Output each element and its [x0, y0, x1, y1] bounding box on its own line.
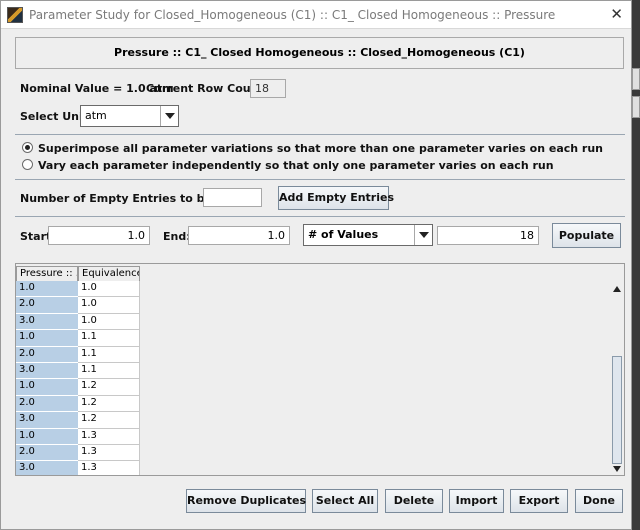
scroll-down-icon[interactable] — [613, 466, 621, 472]
table-row[interactable]: 1.0 1.0 — [16, 281, 140, 298]
equivalence-cell[interactable]: 1.1 — [78, 330, 140, 347]
import-button[interactable]: Import — [449, 489, 504, 513]
pressure-cell[interactable]: 2.0 — [16, 444, 78, 462]
table-row[interactable]: 3.0 1.1 — [16, 362, 140, 380]
end-label: End: — [163, 230, 191, 243]
scrollbar-thumb[interactable] — [612, 356, 622, 464]
table-row[interactable]: 2.0 1.2 — [16, 395, 140, 413]
pressure-cell[interactable]: 1.0 — [16, 379, 78, 396]
table-header: Pressure :: ... Equivalence ... — [16, 266, 140, 282]
range-mode-select[interactable]: # of Values — [303, 224, 433, 246]
equivalence-cell[interactable]: 1.0 — [78, 281, 140, 298]
table-row[interactable]: 3.0 1.2 — [16, 412, 140, 429]
pressure-cell[interactable]: 3.0 — [16, 313, 78, 331]
pressure-cell[interactable]: 3.0 — [16, 461, 78, 475]
equivalence-cell[interactable]: 1.3 — [78, 428, 140, 445]
equivalence-cell[interactable]: 1.0 — [78, 297, 140, 314]
select-all-button[interactable]: Select All — [312, 489, 378, 513]
unit-select[interactable]: atm — [80, 105, 179, 127]
chevron-down-icon[interactable] — [160, 106, 178, 126]
empty-entries-input[interactable] — [203, 188, 262, 207]
unit-select-value: atm — [85, 109, 107, 122]
equivalence-cell[interactable]: 1.2 — [78, 395, 140, 413]
divider — [15, 179, 625, 180]
table-row[interactable]: 1.0 1.1 — [16, 330, 140, 347]
page-title: Pressure :: C1_ Closed Homogeneous :: Cl… — [15, 37, 624, 69]
superimpose-radio[interactable] — [22, 142, 33, 153]
pressure-cell[interactable]: 3.0 — [16, 362, 78, 380]
export-button[interactable]: Export — [510, 489, 568, 513]
table-row[interactable]: 1.0 1.3 — [16, 428, 140, 445]
table-scrollbar[interactable] — [610, 282, 624, 475]
equivalence-cell[interactable]: 1.3 — [78, 444, 140, 462]
pressure-cell[interactable]: 2.0 — [16, 297, 78, 314]
equivalence-cell[interactable]: 1.1 — [78, 362, 140, 380]
populate-button[interactable]: Populate — [552, 223, 621, 248]
row-count-field: 18 — [250, 79, 286, 98]
table-row[interactable]: 1.0 1.2 — [16, 379, 140, 396]
pressure-cell[interactable]: 2.0 — [16, 395, 78, 413]
equivalence-cell[interactable]: 1.1 — [78, 346, 140, 363]
pressure-cell[interactable]: 2.0 — [16, 346, 78, 363]
vary-independently-radio[interactable] — [22, 159, 33, 170]
value-count-input[interactable]: 18 — [437, 226, 539, 245]
table-row[interactable]: 2.0 1.1 — [16, 346, 140, 363]
equivalence-cell[interactable]: 1.2 — [78, 412, 140, 429]
add-empty-entries-button[interactable]: Add Empty Entries — [278, 186, 394, 210]
delete-button[interactable]: Delete — [385, 489, 443, 513]
equivalence-cell[interactable]: 1.2 — [78, 379, 140, 396]
background-window-edge — [632, 0, 640, 530]
equivalence-cell[interactable]: 1.3 — [78, 461, 140, 475]
app-icon — [7, 7, 23, 23]
done-button[interactable]: Done — [575, 489, 623, 513]
table-row[interactable]: 2.0 1.3 — [16, 444, 140, 462]
pressure-cell[interactable]: 1.0 — [16, 281, 78, 298]
range-mode-value: # of Values — [308, 228, 379, 241]
divider — [15, 134, 625, 135]
window-title: Parameter Study for Closed_Homogeneous (… — [29, 8, 556, 22]
pressure-cell[interactable]: 1.0 — [16, 330, 78, 347]
table-body: 1.0 1.0 2.0 1.0 3.0 1.0 1.0 1.1 2.0 1.1 3.0 1.1 1.0 1… — [16, 281, 140, 475]
end-input[interactable]: 1.0 — [188, 226, 290, 245]
values-table[interactable]: Pressure :: ... Equivalence ... 1.01.02.… — [15, 263, 625, 476]
equivalence-cell[interactable]: 1.0 — [78, 313, 140, 331]
superimpose-label[interactable]: Superimpose all parameter variations so … — [38, 142, 603, 155]
table-row[interactable]: 3.0 1.3 — [16, 461, 140, 475]
scroll-up-icon[interactable] — [613, 286, 621, 292]
chevron-down-icon[interactable] — [414, 225, 432, 245]
close-icon[interactable]: ✕ — [610, 5, 623, 23]
table-row[interactable]: 3.0 1.0 — [16, 313, 140, 331]
background-control — [632, 68, 640, 90]
column-header-pressure[interactable]: Pressure :: ... — [16, 266, 78, 282]
title-bar[interactable]: Parameter Study for Closed_Homogeneous (… — [1, 1, 631, 29]
pressure-cell[interactable]: 1.0 — [16, 428, 78, 445]
parameter-study-window: Parameter Study for Closed_Homogeneous (… — [0, 0, 632, 530]
remove-duplicates-button[interactable]: Remove Duplicates — [186, 489, 306, 513]
background-control — [632, 96, 640, 118]
vary-independently-label[interactable]: Vary each parameter independently so tha… — [38, 159, 554, 172]
start-input[interactable]: 1.0 — [48, 226, 150, 245]
column-header-equivalence[interactable]: Equivalence ... — [78, 266, 140, 282]
pressure-cell[interactable]: 3.0 — [16, 412, 78, 429]
divider — [15, 216, 625, 217]
table-row[interactable]: 2.0 1.0 — [16, 297, 140, 314]
